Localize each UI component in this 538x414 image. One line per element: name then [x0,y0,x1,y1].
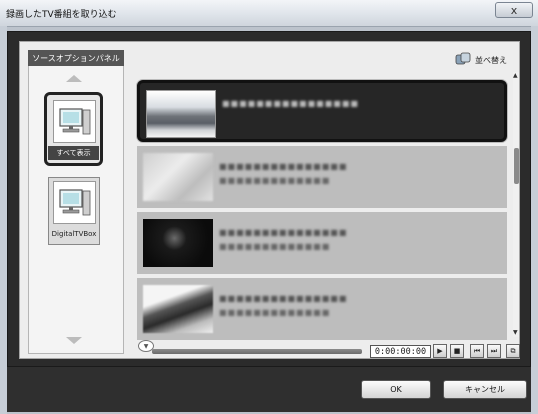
close-icon: x [510,3,518,17]
scrollbar-thumb[interactable] [514,148,519,184]
source-label: すべて表示 [48,146,99,160]
skip-back-button[interactable]: ⏮ [470,344,484,358]
play-button[interactable]: ▶ [433,344,447,358]
sort-icon [455,52,471,68]
skip-back-icon: ⏮ [473,346,481,355]
source-item-all[interactable]: すべて表示 [44,92,103,166]
scroll-down-icon[interactable] [66,337,82,344]
computer-icon [53,181,96,224]
recording-thumbnail [146,90,216,138]
recording-title-blurred: ■■■■■■■■■■■■■■■ [219,294,348,303]
recording-list: ■■■■■■■■■■■■■■■■ ■■■■■■■■■■■■■■■ ■■■■■■■… [134,72,512,340]
recording-title-blurred: ■■■■■■■■■■■■■■■ [219,162,348,171]
recording-title-blurred: ■■■■■■■■■■■■■■■ [219,228,348,237]
cancel-button[interactable]: キャンセル [443,380,527,399]
snapshot-icon: ⧉ [510,346,516,355]
recording-thumbnail [143,285,213,333]
source-item-digitaltvbox[interactable]: DigitalTVBox [48,177,100,245]
scroll-up-icon[interactable] [66,75,82,82]
ok-button[interactable]: OK [361,380,431,399]
window-title: 録画したTV番組を取り込む [6,10,117,20]
stop-icon: ■ [453,347,461,355]
sort-label: 並べ替え [475,55,507,65]
seek-bar[interactable] [152,349,362,354]
recording-item-selected[interactable]: ■■■■■■■■■■■■■■■■ [137,80,507,142]
recording-thumbnail [143,153,213,201]
recording-detail-blurred: ■■■■■■■■■■■■■ [219,242,331,251]
recording-item[interactable]: ■■■■■■■■■■■■■■■ ■■■■■■■■■■■■■ [137,212,507,274]
stop-button[interactable]: ■ [450,344,464,358]
scrollbar-up-icon[interactable]: ▲ [513,72,518,79]
recording-detail-blurred: ■■■■■■■■■■■■■ [219,308,331,317]
sort-button[interactable]: 並べ替え [455,52,515,68]
list-scrollbar[interactable] [513,72,519,337]
skip-forward-button[interactable]: ⏭ [487,344,501,358]
source-label: DigitalTVBox [51,230,97,238]
recording-item[interactable]: ■■■■■■■■■■■■■■■ ■■■■■■■■■■■■■ [137,278,507,340]
recording-thumbnail [143,219,213,267]
window-frame-left [0,26,7,414]
close-button[interactable]: x [495,2,533,18]
recording-title-blurred: ■■■■■■■■■■■■■■■■ [222,99,359,108]
play-icon: ▶ [437,347,443,355]
window-frame-right [531,26,538,414]
snapshot-button[interactable]: ⧉ [506,344,520,358]
recording-detail-blurred: ■■■■■■■■■■■■■ [219,176,331,185]
scrollbar-down-icon[interactable]: ▼ [513,329,518,336]
recording-item[interactable]: ■■■■■■■■■■■■■■■ ■■■■■■■■■■■■■ [137,146,507,208]
title-bar: 録画したTV番組を取り込む x [0,0,538,27]
skip-forward-icon: ⏭ [490,346,498,355]
computer-icon [53,100,96,143]
source-panel-header: ソースオプションパネル [28,50,124,66]
timecode-display: 0:00:00:00 [370,345,431,358]
